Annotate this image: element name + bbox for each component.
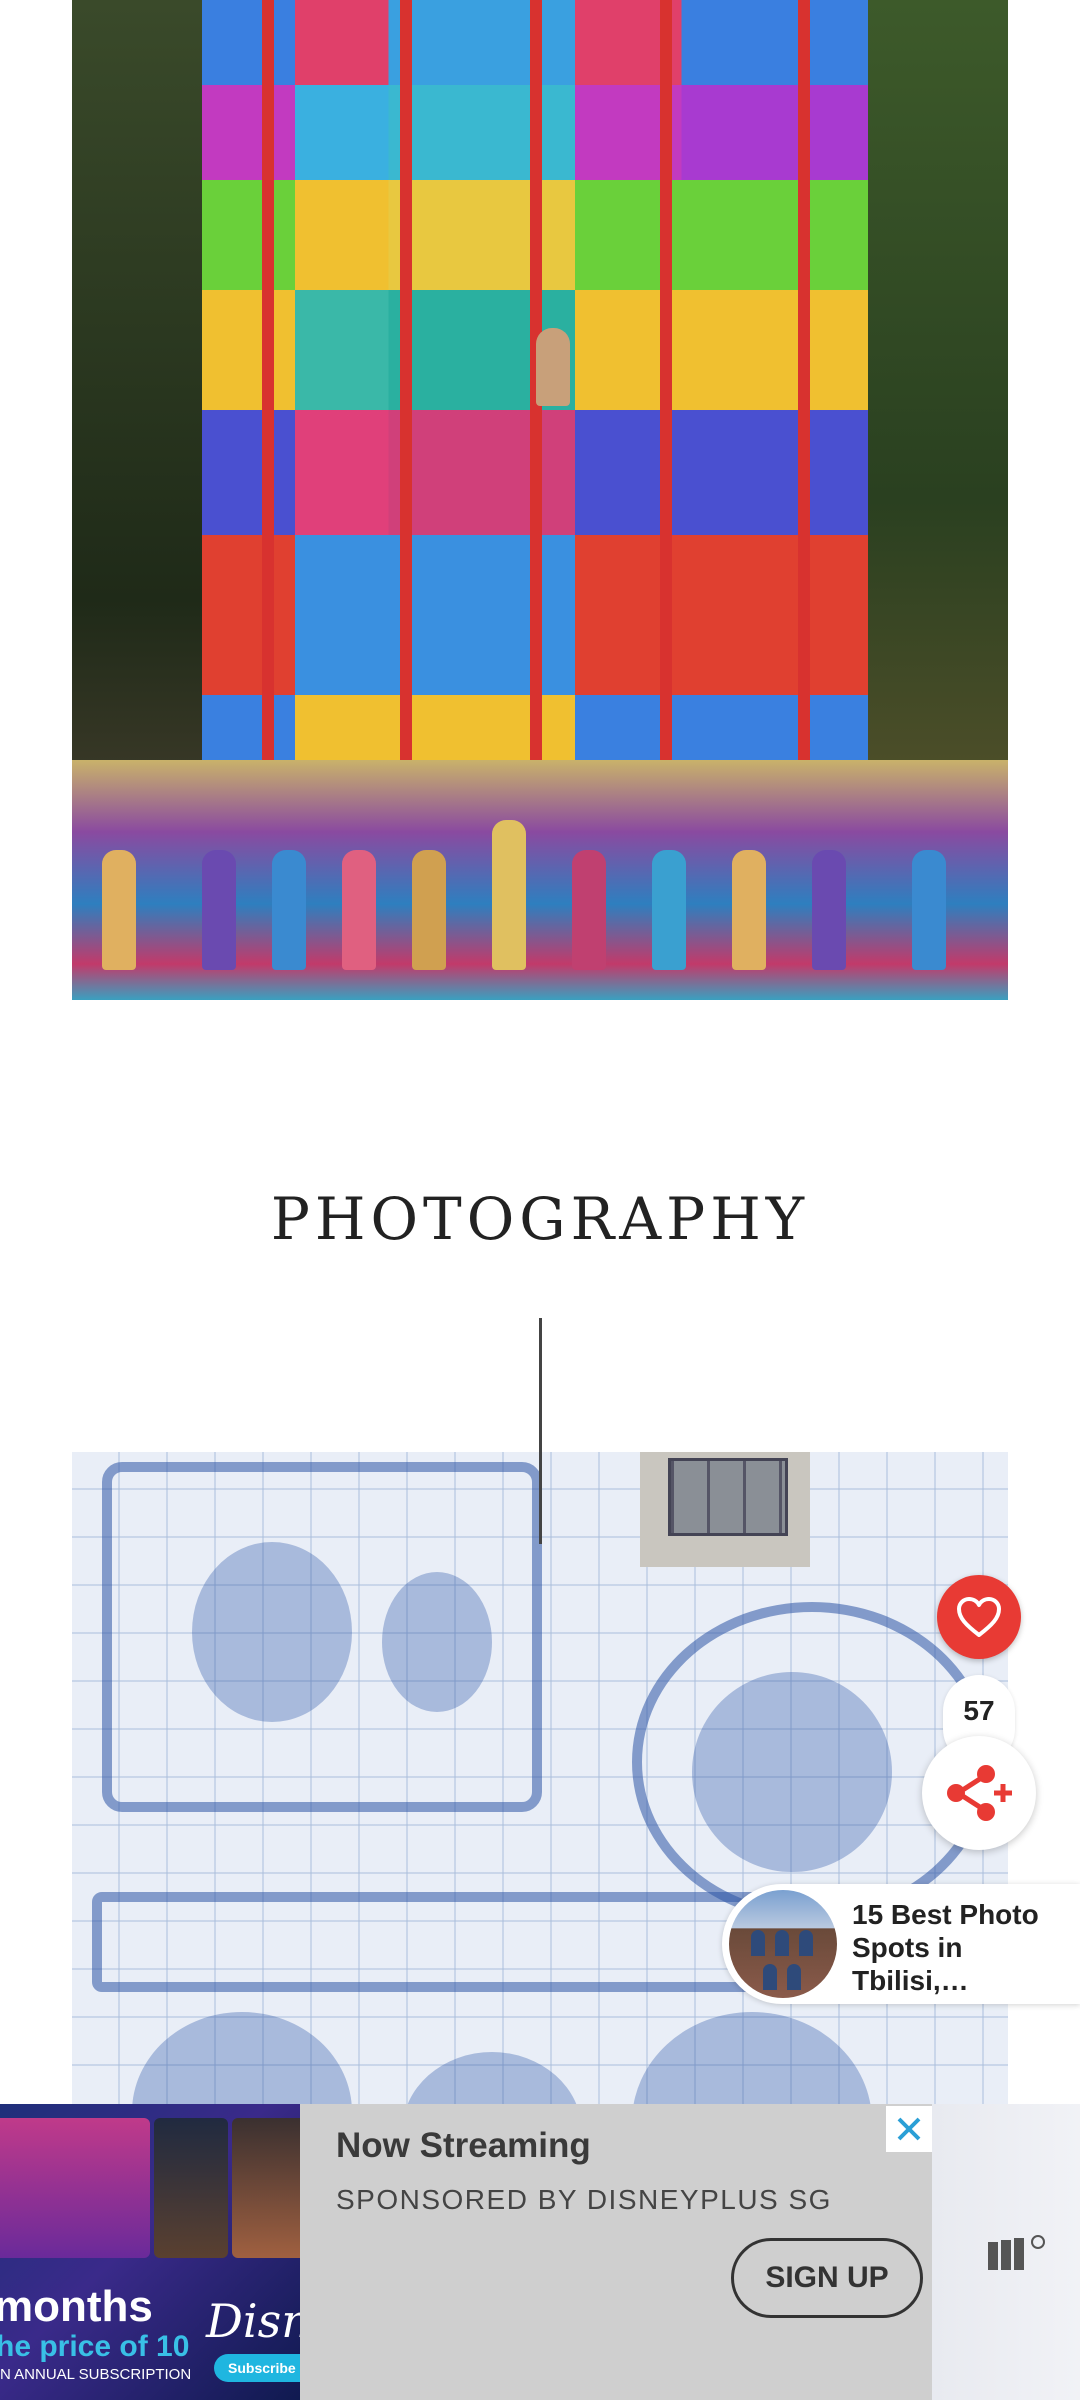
- ad-creative-annual: N ANNUAL SUBSCRIPTION: [0, 2366, 192, 2383]
- tile-photo-window: [640, 1452, 810, 1567]
- hero-person: [536, 328, 570, 406]
- related-article-thumbnail: [729, 1890, 837, 1998]
- ad-network-logo-icon[interactable]: [986, 2232, 1052, 2272]
- related-article-title: 15 Best Photo Spots in Tbilisi,…: [852, 1899, 1039, 1996]
- ad-headline[interactable]: Now Streaming: [336, 2126, 591, 2166]
- ad-creative-image[interactable]: months he price of 10 N ANNUAL SUBSCRIPT…: [0, 2104, 300, 2400]
- share-icon: [947, 1765, 1012, 1821]
- ad-creative-brand: Disne: [206, 2294, 300, 2348]
- close-icon: [897, 2117, 921, 2141]
- ad-close-button[interactable]: [886, 2106, 932, 2152]
- ad-creative-price: he price of 10: [0, 2330, 190, 2363]
- hero-stairs: [202, 0, 868, 840]
- section-divider-line: [539, 1318, 542, 1544]
- like-button[interactable]: [937, 1575, 1021, 1659]
- ad-creative-months: months: [0, 2282, 153, 2331]
- heart-icon: [957, 1597, 1001, 1637]
- hero-photo-rainbow-stairs: [72, 0, 1008, 1000]
- related-article-card[interactable]: 15 Best Photo Spots in Tbilisi,…: [722, 1884, 1080, 2004]
- ad-signup-button[interactable]: SIGN UP: [731, 2238, 923, 2318]
- ad-sponsor: SPONSORED BY DISNEYPLUS SG: [336, 2184, 832, 2215]
- section-title: PHOTOGRAPHY: [270, 1185, 810, 1253]
- ad-creative-subscribe[interactable]: Subscribe N: [214, 2354, 300, 2382]
- ad-banner[interactable]: months he price of 10 N ANNUAL SUBSCRIPT…: [0, 2104, 1080, 2400]
- share-button[interactable]: [922, 1736, 1036, 1850]
- hero-shrine-statues: [72, 760, 1008, 1000]
